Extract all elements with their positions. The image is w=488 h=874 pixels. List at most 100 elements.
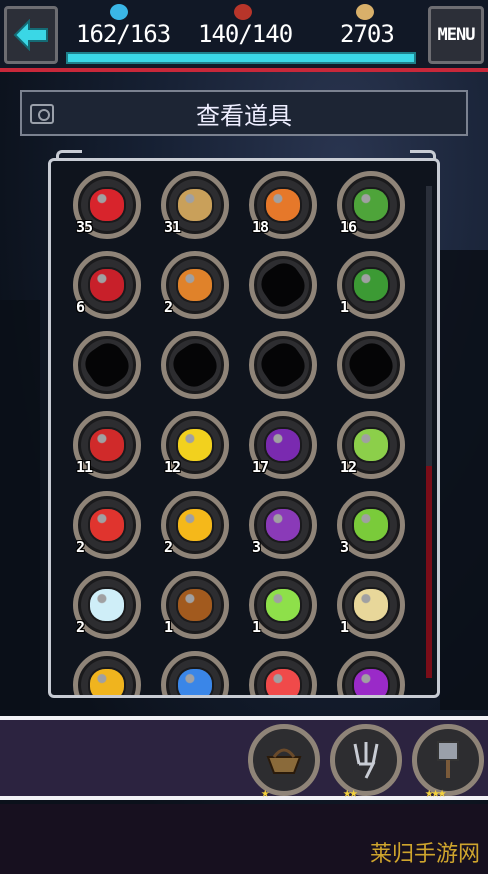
lime-apple-icon	[266, 589, 300, 621]
strawberry-icon	[90, 429, 124, 461]
ice-apple-icon	[90, 589, 124, 621]
item-slot-lime-apple[interactable]: 1	[249, 571, 317, 639]
item-slot-brown-apple[interactable]: 1	[161, 571, 229, 639]
hp-bar	[66, 52, 417, 64]
item-slot-strawberry-big[interactable]: 2	[73, 491, 141, 559]
pear-icon	[354, 429, 388, 461]
item-count: 1	[164, 618, 173, 636]
purple-apple-icon	[354, 669, 388, 695]
item-slot-unknown[interactable]	[249, 331, 317, 399]
hp-value: 162/163	[76, 20, 171, 48]
menu-button[interactable]: MENU	[428, 6, 484, 64]
green-apple-icon	[354, 509, 388, 541]
item-count: 1	[340, 298, 349, 316]
item-slot-unknown[interactable]	[73, 331, 141, 399]
tree-silhouette	[440, 250, 488, 710]
basket-icon	[266, 748, 302, 774]
locked-item-icon	[343, 337, 399, 393]
locked-item-icon	[79, 337, 135, 393]
watermark: 莱归手游网	[369, 842, 480, 867]
tomato-icon	[90, 189, 124, 221]
broccoli-icon	[354, 269, 388, 301]
tool-rank-stars: ★★★	[425, 785, 446, 801]
item-slot-potato[interactable]: 31	[161, 171, 229, 239]
tool-rank-stars: ★	[261, 785, 270, 801]
mana-orb-icon	[234, 4, 252, 20]
item-count: 2	[76, 538, 85, 556]
shovel-icon	[437, 741, 459, 778]
item-slot-green-apple[interactable]: 3	[337, 491, 405, 559]
item-count: 1	[252, 618, 261, 636]
item-count: 3	[340, 538, 349, 556]
item-slot-onion[interactable]: 2	[161, 251, 229, 319]
tool-shovel-button[interactable]: ★★★	[412, 724, 484, 801]
strawberry-big-icon	[90, 509, 124, 541]
item-slot-ice-apple[interactable]: 2	[73, 571, 141, 639]
fork-icon	[353, 742, 379, 779]
item-slot-unknown[interactable]	[249, 251, 317, 319]
item-slot-grape[interactable]: 3	[249, 491, 317, 559]
item-slot-strawberry[interactable]: 11	[73, 411, 141, 479]
item-slot-tomato[interactable]: 35	[73, 171, 141, 239]
item-count: 16	[340, 218, 357, 236]
item-grid-panel: 35 31 18 16 6 2 1 11 12 17 12 2 2 3 3 2 1 1 1	[48, 158, 440, 698]
mp-value: 140/140	[198, 20, 293, 48]
item-count: 2	[164, 538, 173, 556]
locked-item-icon	[255, 337, 311, 393]
item-slot-green-pepper[interactable]: 16	[337, 171, 405, 239]
camera-icon[interactable]	[30, 104, 54, 124]
item-slot-unknown[interactable]	[161, 331, 229, 399]
item-slot-blue-apple[interactable]	[161, 651, 229, 695]
potato-icon	[178, 189, 212, 221]
red-tomato-icon	[90, 269, 124, 301]
orange-icon	[178, 509, 212, 541]
locked-item-icon	[167, 337, 223, 393]
item-count: 2	[76, 618, 85, 636]
item-slot-cherry[interactable]: 17	[249, 411, 317, 479]
item-count: 17	[252, 458, 269, 476]
page-title: 查看道具	[196, 101, 292, 130]
tool-basket-button[interactable]: ★	[248, 724, 320, 801]
item-slot-lemon[interactable]: 12	[161, 411, 229, 479]
item-slot-gold-apple[interactable]	[73, 651, 141, 695]
cherry-icon	[266, 429, 300, 461]
onion-icon	[178, 269, 212, 301]
item-count: 18	[252, 218, 269, 236]
cream-apple-icon	[354, 589, 388, 621]
item-slot-unknown[interactable]	[337, 331, 405, 399]
item-slot-pear[interactable]: 12	[337, 411, 405, 479]
item-slot-red-apple[interactable]	[249, 651, 317, 695]
green-pepper-icon	[354, 189, 388, 221]
back-arrow-icon	[13, 19, 48, 51]
gold-value: 2703	[340, 20, 395, 48]
item-slot-red-tomato[interactable]: 6	[73, 251, 141, 319]
title-bar: 查看道具	[20, 90, 468, 136]
tool-rank-stars: ★★	[343, 785, 358, 801]
item-count: 3	[252, 538, 261, 556]
item-slot-carrot[interactable]: 18	[249, 171, 317, 239]
heart-icon	[110, 4, 128, 20]
item-slot-broccoli[interactable]: 1	[337, 251, 405, 319]
item-count: 6	[76, 298, 85, 316]
tree-silhouette	[0, 300, 40, 720]
item-slot-orange[interactable]: 2	[161, 491, 229, 559]
item-slot-purple-apple[interactable]	[337, 651, 405, 695]
divider	[0, 68, 488, 72]
gold-apple-icon	[90, 669, 124, 695]
item-count: 2	[164, 298, 173, 316]
item-count: 11	[76, 458, 93, 476]
top-hud: 162/163 140/140 2703 MENU	[0, 0, 488, 70]
locked-item-icon	[255, 257, 311, 313]
carrot-icon	[266, 189, 300, 221]
red-apple-icon	[266, 669, 300, 695]
item-count: 12	[340, 458, 357, 476]
grape-icon	[266, 509, 300, 541]
item-count: 31	[164, 218, 181, 236]
back-button[interactable]	[4, 6, 58, 64]
lemon-icon	[178, 429, 212, 461]
tool-fork-button[interactable]: ★★	[330, 724, 402, 801]
item-slot-cream-apple[interactable]: 1	[337, 571, 405, 639]
item-count: 1	[340, 618, 349, 636]
blue-apple-icon	[178, 669, 212, 695]
scrollbar-thumb[interactable]	[426, 466, 432, 678]
